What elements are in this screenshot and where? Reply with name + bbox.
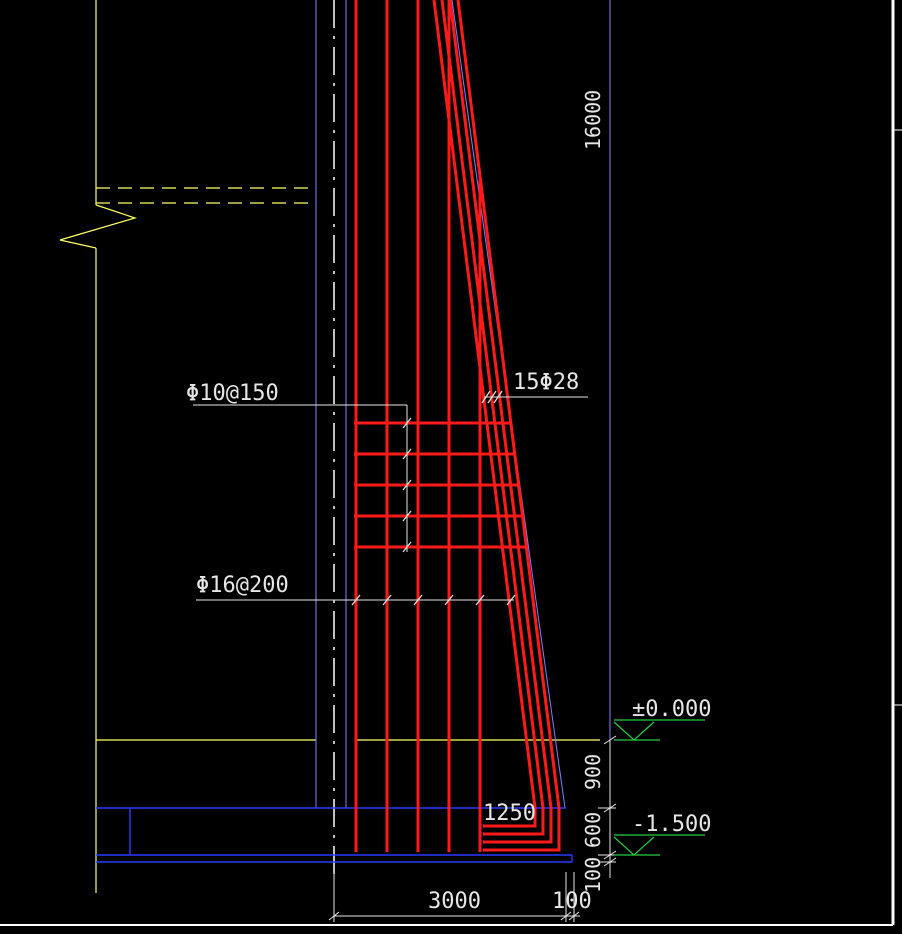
- stirrup-callout: Φ10@150: [186, 381, 412, 553]
- cover-dimension: 100: [581, 857, 605, 893]
- base-width-dimension: 3000: [428, 889, 481, 914]
- distribution-bar-spec-label: Φ16@200: [196, 573, 289, 598]
- elevation-ground-label: ±0.000: [632, 697, 711, 722]
- footing-thickness-dimension: 600: [581, 812, 605, 848]
- stirrup-spec-label: Φ10@150: [186, 381, 279, 406]
- main-sloped-rebars: [432, 0, 561, 852]
- cad-drawing-canvas: Φ10@150 Φ16@200 15Φ28 16000 900 600 100 …: [0, 0, 902, 926]
- total-height-dimension: 16000: [581, 90, 605, 150]
- depth-upper-dimension: 900: [581, 754, 605, 790]
- elevation-bottom-label: -1.500: [632, 812, 711, 837]
- vertical-rebars: [354, 0, 482, 852]
- wall-structure-lines: [315, 0, 611, 809]
- elevation-mark-ground: [613, 719, 705, 741]
- heel-length-label: 1250: [483, 801, 536, 826]
- horizontal-stirrups: [354, 421, 528, 549]
- main-bar-spec-label: 15Φ28: [513, 370, 579, 395]
- building-outline: [59, 0, 600, 893]
- elevation-mark-bottom: [613, 834, 705, 856]
- offset-dimension: 100: [552, 889, 592, 914]
